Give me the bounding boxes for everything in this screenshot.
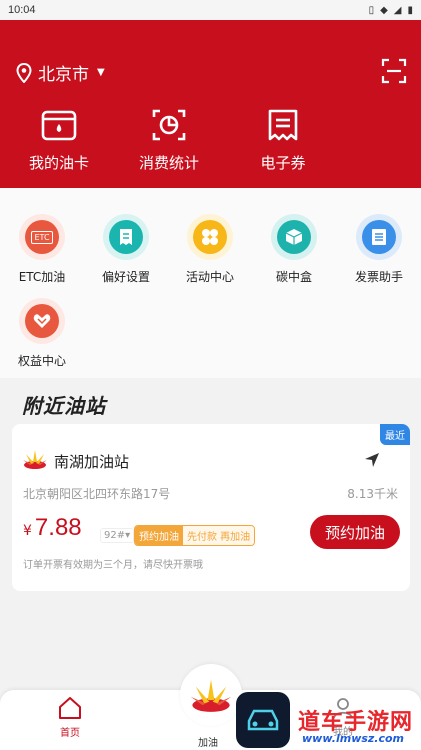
wallet-icon	[41, 110, 77, 141]
quick-consumption-stats-label: 消费统计	[138, 154, 199, 172]
invoice-icon	[356, 214, 402, 260]
chart-icon	[152, 109, 186, 141]
service-benefits-center-label: 权益中心	[17, 354, 66, 368]
service-activity-center-label: 活动中心	[185, 270, 234, 284]
service-grid: ETC ETC加油 偏好设置 活动中心 碳中盒 发票助手 权益中心	[0, 188, 421, 378]
fuel-grade-select[interactable]: 92#▾	[100, 528, 135, 543]
service-tags: 预约加油 先付款 再加油	[134, 525, 256, 546]
service-etc-fueling[interactable]: ETC ETC加油	[0, 214, 84, 285]
service-carbon-box[interactable]: 碳中盒	[252, 214, 336, 285]
receipt-icon	[103, 214, 149, 260]
signal-icon: ◢	[393, 4, 402, 16]
petrochina-fab-logo-icon	[190, 679, 232, 712]
quick-my-card[interactable]: 我的油卡	[4, 108, 114, 173]
quick-actions: 我的油卡 消费统计 电子券	[0, 108, 421, 173]
station-name: 南湖加油站	[54, 453, 130, 471]
battery-icon: ▮	[407, 4, 413, 16]
location-pin-icon	[16, 62, 32, 83]
quick-consumption-stats[interactable]: 消费统计	[114, 108, 224, 173]
vibrate-icon: ▯	[368, 4, 375, 16]
quick-e-coupon-label: 电子券	[260, 154, 306, 172]
watermark-logo	[236, 692, 290, 748]
fuel-price: ¥ 7.88	[23, 514, 82, 542]
nearest-badge: 最近	[380, 424, 410, 445]
service-invoice-assistant[interactable]: 发票助手	[337, 214, 421, 285]
status-icons: ▯ ◆ ◢ ▮	[369, 5, 413, 16]
currency-symbol: ¥	[23, 523, 32, 539]
header-bar: 10:04 ▯ ◆ ◢ ▮ 北京市 ▼ 我的油卡 消费统计 电子券	[0, 0, 421, 188]
invoice-notice: 订单开票有效期为三个月，请尽快开票哦	[23, 560, 203, 571]
petrochina-logo-icon	[23, 450, 47, 469]
service-benefits-center[interactable]: 权益中心	[0, 298, 84, 369]
fuel-fab-button[interactable]	[180, 664, 242, 726]
tab-fuel-label: 加油	[198, 738, 218, 749]
reserve-fuel-button[interactable]: 预约加油	[310, 515, 400, 549]
etc-icon: ETC	[19, 214, 65, 260]
station-address: 北京朝阳区北四环东路17号	[23, 487, 171, 501]
watermark-url: www.lmwsz.com	[302, 732, 405, 745]
city-selector[interactable]: 北京市 ▼	[16, 60, 105, 85]
service-invoice-assistant-label: 发票助手	[354, 270, 403, 284]
tab-home[interactable]: 首页	[48, 696, 92, 739]
service-etc-fueling-label: ETC加油	[18, 270, 66, 284]
home-icon	[59, 697, 81, 719]
station-distance: 8.13千米	[347, 487, 398, 501]
car-icon	[247, 709, 279, 731]
station-card[interactable]: 最近 南湖加油站 北京朝阳区北四环东路17号 8.13千米 ¥ 7.88 92#…	[12, 424, 410, 591]
service-preferences[interactable]: 偏好设置	[84, 214, 168, 285]
nearby-stations-title: 附近油站	[22, 394, 106, 418]
service-carbon-box-label: 碳中盒	[275, 270, 312, 284]
status-time: 10:04	[8, 4, 36, 16]
etc-icon-text: ETC	[31, 230, 53, 244]
tag-reserve: 预约加油	[135, 526, 183, 545]
status-bar: 10:04 ▯ ◆ ◢ ▮	[0, 0, 421, 20]
navigate-icon[interactable]	[362, 450, 382, 470]
box-icon	[271, 214, 317, 260]
heart-icon	[19, 298, 65, 344]
tab-home-label: 首页	[60, 728, 80, 739]
clover-icon	[187, 214, 233, 260]
chevron-down-icon: ▼	[97, 67, 105, 78]
city-name: 北京市	[38, 65, 89, 85]
scan-icon[interactable]	[381, 58, 407, 84]
coupon-icon	[268, 109, 298, 141]
service-activity-center[interactable]: 活动中心	[168, 214, 252, 285]
service-preferences-label: 偏好设置	[101, 270, 150, 284]
wifi-icon: ◆	[380, 4, 388, 16]
quick-e-coupon[interactable]: 电子券	[228, 108, 338, 173]
price-value: 7.88	[34, 514, 82, 541]
tag-prepay: 先付款 再加油	[183, 526, 255, 545]
quick-my-card-label: 我的油卡	[28, 154, 89, 172]
